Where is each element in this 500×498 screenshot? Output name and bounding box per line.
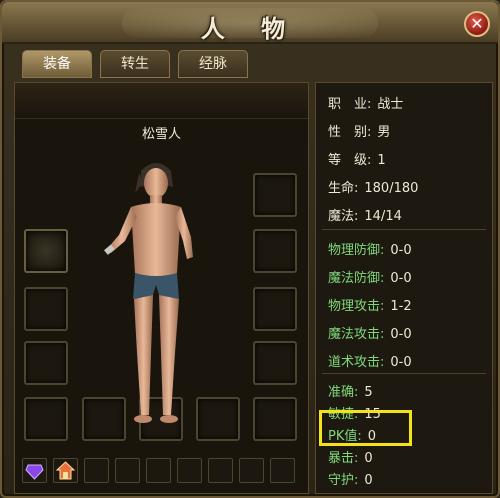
character-window: 人 物 ✕ 装备 转生 经脉 松雪人 职 业: 战士 性 别: 男 等 级: 1…	[0, 0, 500, 498]
stat-guard: 守护: 0	[328, 473, 373, 488]
equip-slot-right-1[interactable]	[253, 173, 297, 217]
stat-magic-defense: 魔法防御: 0-0	[328, 271, 412, 286]
divider	[322, 373, 486, 374]
stat-magic-attack: 魔法攻击: 0-0	[328, 327, 412, 342]
character-name: 松雪人	[141, 127, 181, 142]
equip-slot-bottom-5[interactable]	[253, 397, 297, 441]
equip-slot-right-3[interactable]	[253, 287, 297, 331]
window-title: 人 物	[200, 14, 300, 43]
stat-accuracy: 准确: 5	[328, 385, 373, 400]
quick-slot-bar	[14, 458, 309, 486]
stat-physical-defense: 物理防御: 0-0	[328, 243, 412, 258]
stat-critical: 暴击: 0	[328, 451, 373, 466]
stat-mp: 魔法: 14/14	[328, 209, 402, 224]
equip-slot-weapon[interactable]	[24, 229, 68, 273]
quick-slot-9[interactable]	[270, 458, 295, 483]
home-badge-icon[interactable]	[53, 458, 78, 483]
tab-rebirth[interactable]: 转生	[100, 50, 170, 78]
equip-slot-bottom-1[interactable]	[24, 397, 68, 441]
quick-slot-8[interactable]	[239, 458, 264, 483]
quick-slot-5[interactable]	[146, 458, 171, 483]
equip-slot-right-4[interactable]	[253, 341, 297, 385]
quick-slot-7[interactable]	[208, 458, 233, 483]
equipment-header	[15, 83, 308, 119]
character-figure	[104, 163, 193, 423]
quick-slot-4[interactable]	[115, 458, 140, 483]
tab-meridian[interactable]: 经脉	[178, 50, 248, 78]
equip-slot-left-2[interactable]	[24, 287, 68, 331]
purple-gem-icon[interactable]	[22, 458, 47, 483]
equip-slot-right-2[interactable]	[253, 229, 297, 273]
tab-bar: 装备 转生 经脉	[22, 50, 248, 78]
close-button[interactable]: ✕	[464, 11, 490, 37]
divider	[322, 229, 486, 230]
equipment-panel: 松雪人	[14, 82, 309, 494]
pk-highlight-box	[319, 410, 412, 446]
stat-physical-attack: 物理攻击: 1-2	[328, 299, 412, 314]
stat-level: 等 级: 1	[328, 153, 386, 168]
equip-slot-left-3[interactable]	[24, 341, 68, 385]
quick-slot-3[interactable]	[84, 458, 109, 483]
stat-class: 职 业: 战士	[328, 97, 404, 112]
stat-hp: 生命: 180/180	[328, 181, 419, 196]
tab-equipment[interactable]: 装备	[22, 50, 92, 78]
stat-taoist-attack: 道术攻击: 0-0	[328, 355, 412, 370]
title-bar[interactable]: 人 物 ✕	[2, 2, 498, 44]
quick-slot-6[interactable]	[177, 458, 202, 483]
stat-gender: 性 别: 男	[328, 125, 391, 140]
